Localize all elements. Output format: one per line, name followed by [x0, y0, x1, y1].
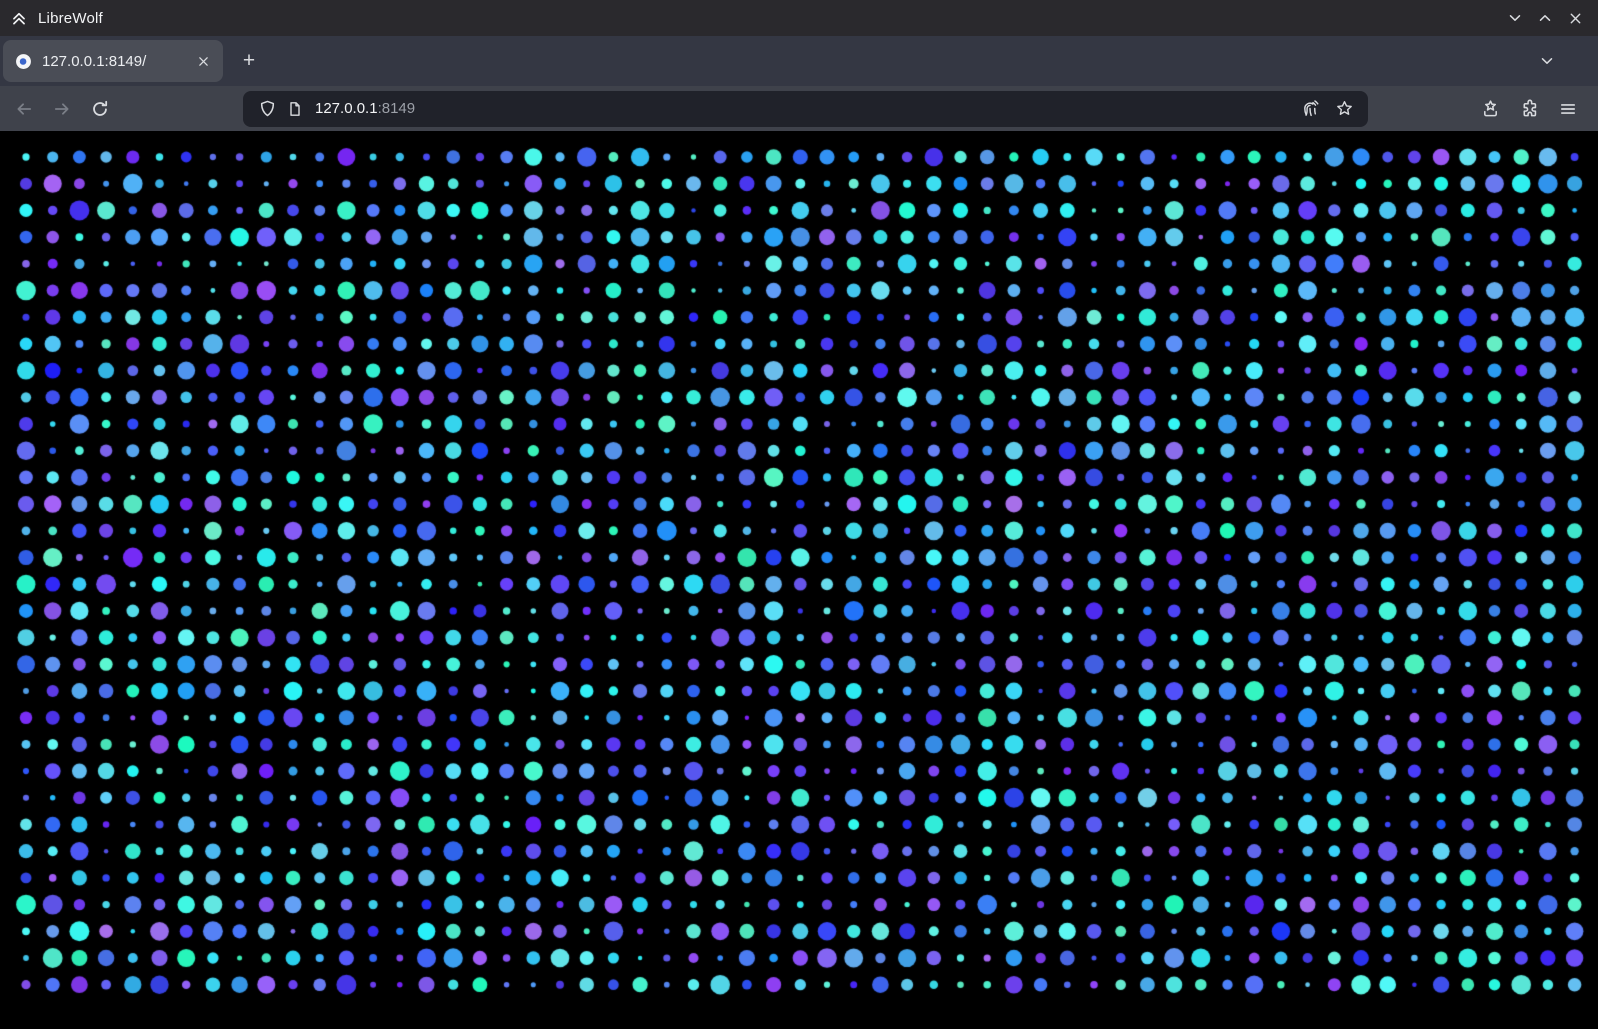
- url-host: 127.0.0.1: [315, 100, 378, 117]
- page-content: [0, 131, 1598, 1029]
- document-icon: [287, 101, 303, 117]
- fingerprint-protection-button[interactable]: [1296, 95, 1324, 123]
- chevron-down-icon: [1507, 10, 1523, 26]
- extensions-button[interactable]: [1513, 93, 1545, 125]
- chevron-up-icon: [1537, 10, 1553, 26]
- reload-icon: [91, 100, 109, 118]
- titlebar-left: LibreWolf: [0, 9, 103, 27]
- dot-pattern-canvas: [0, 131, 1598, 1029]
- active-tab[interactable]: 127.0.0.1:8149/: [3, 40, 223, 82]
- hamburger-menu-icon: [1559, 100, 1577, 118]
- double-chevron-up-icon[interactable]: [10, 9, 28, 27]
- bookmark-page-button[interactable]: [1330, 95, 1358, 123]
- tracking-protection-button[interactable]: [253, 95, 281, 123]
- tab-title: 127.0.0.1:8149/: [42, 53, 191, 70]
- forward-button[interactable]: [46, 93, 78, 125]
- import-bookmarks-button[interactable]: [1474, 93, 1506, 125]
- close-icon: [1568, 11, 1583, 26]
- url-bar[interactable]: 127.0.0.1:8149: [243, 91, 1368, 127]
- new-tab-button[interactable]: +: [233, 45, 265, 77]
- chevron-down-icon: [1539, 53, 1555, 69]
- window-controls: [1500, 4, 1598, 32]
- app-title: LibreWolf: [38, 10, 103, 27]
- star-icon: [1336, 100, 1353, 117]
- plus-icon: +: [243, 49, 255, 73]
- url-text[interactable]: 127.0.0.1:8149: [315, 100, 1296, 117]
- list-all-tabs-button[interactable]: [1532, 46, 1562, 76]
- window-close-button[interactable]: [1560, 4, 1590, 32]
- tab-close-button[interactable]: [191, 49, 215, 73]
- menu-button[interactable]: [1552, 93, 1584, 125]
- back-button[interactable]: [8, 93, 40, 125]
- star-tray-icon: [1481, 99, 1500, 118]
- puzzle-piece-icon: [1520, 99, 1539, 118]
- shield-icon: [259, 100, 276, 117]
- navigation-toolbar: 127.0.0.1:8149: [0, 86, 1598, 131]
- toolbar-right-buttons: [1474, 93, 1584, 125]
- url-port: :8149: [378, 100, 416, 117]
- reload-button[interactable]: [84, 93, 116, 125]
- tab-favicon-icon: [15, 53, 32, 70]
- back-arrow-icon: [15, 100, 33, 118]
- page-info-button[interactable]: [281, 95, 309, 123]
- window-maximize-button[interactable]: [1530, 4, 1560, 32]
- forward-arrow-icon: [53, 100, 71, 118]
- window-minimize-button[interactable]: [1500, 4, 1530, 32]
- urlbar-page-actions: [1296, 95, 1358, 123]
- tab-bar: 127.0.0.1:8149/ +: [0, 36, 1598, 86]
- window-titlebar: LibreWolf: [0, 0, 1598, 36]
- fingerprint-icon: [1301, 100, 1319, 118]
- close-icon: [197, 55, 210, 68]
